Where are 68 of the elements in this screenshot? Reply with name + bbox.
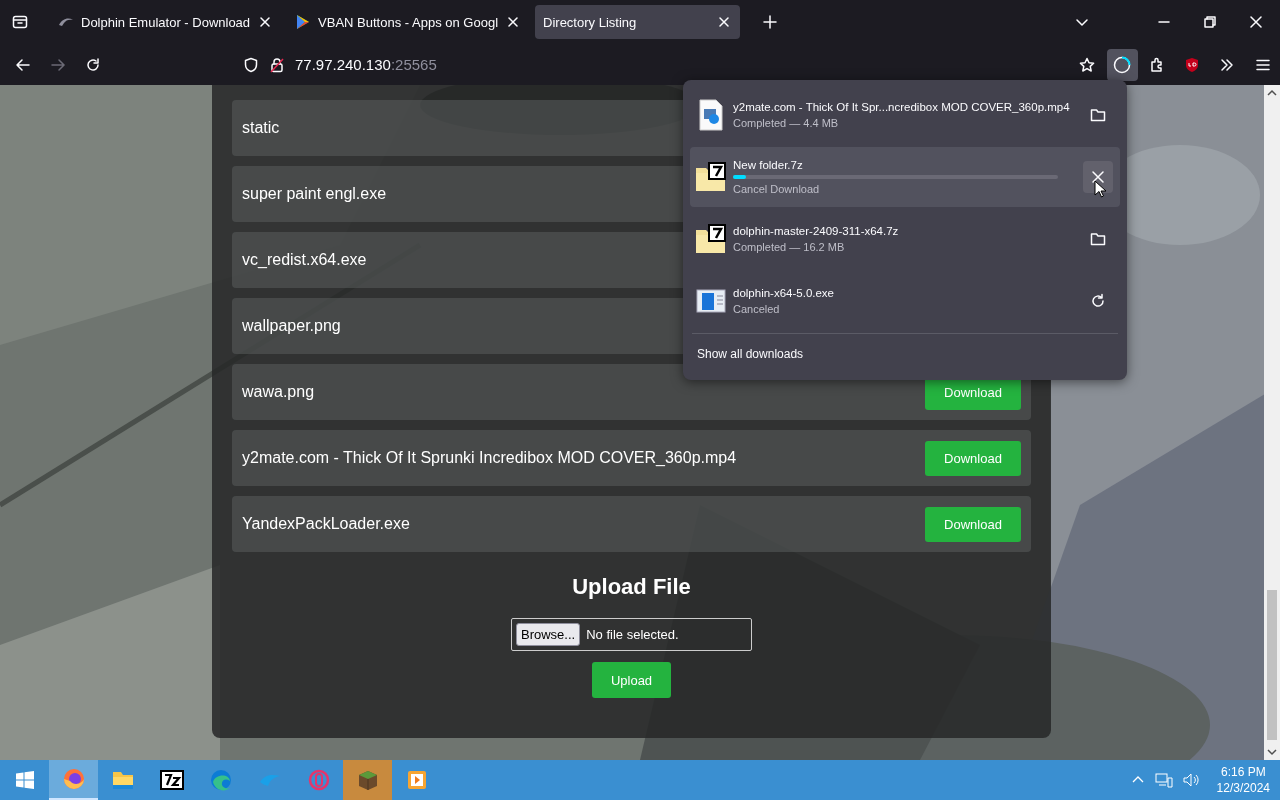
- scroll-thumb[interactable]: [1267, 590, 1277, 740]
- back-icon[interactable]: [15, 56, 32, 73]
- close-icon[interactable]: [1250, 16, 1262, 28]
- network-icon[interactable]: [1154, 772, 1173, 788]
- windows-start-icon[interactable]: [15, 771, 34, 789]
- file-row[interactable]: super paint engl.exe: [232, 166, 683, 222]
- file-status: No file selected.: [586, 627, 679, 642]
- video-file-icon: [697, 99, 725, 131]
- tab-title: VBAN Buttons - Apps on Googl: [318, 14, 499, 30]
- file-row[interactable]: YandexPackLoader.exe Download: [232, 496, 1031, 552]
- download-file-name: New folder.7z: [733, 159, 804, 171]
- shield-extension-icon[interactable]: [1184, 56, 1201, 73]
- file-name: y2mate.com - Thick Of It Sprunki Incredibox MOD COVER_360p.mp4: [242, 449, 737, 467]
- lock-icon: [268, 56, 285, 73]
- clock-time: 6:16 PM: [1220, 764, 1266, 780]
- download-file-name: dolphin-x64-5.0.exe: [733, 287, 835, 299]
- browser-tab[interactable]: VBAN Buttons - Apps on Googl: [287, 5, 530, 39]
- firefox-icon[interactable]: [61, 767, 86, 791]
- file-name: vc_redist.x64.exe: [242, 251, 367, 269]
- program-window-icon: [696, 288, 726, 314]
- download-progress-icon: [1113, 55, 1132, 74]
- browse-button[interactable]: Browse...: [516, 623, 581, 646]
- archive-app-icon[interactable]: [159, 768, 184, 792]
- close-icon[interactable]: [1090, 169, 1106, 185]
- archive-folder-icon: [695, 162, 727, 192]
- file-name: super paint engl.exe: [242, 185, 387, 203]
- download-status: Cancel Download: [733, 183, 821, 195]
- retry-icon[interactable]: [1090, 293, 1106, 309]
- file-input[interactable]: Browse... No file selected.: [511, 618, 752, 651]
- download-item[interactable]: New folder.7z Cancel Download: [690, 147, 1120, 207]
- browser-tab[interactable]: Dolphin Emulator - Download: [50, 5, 282, 39]
- tab-title: Directory Listing: [543, 14, 638, 30]
- overflow-icon[interactable]: [1219, 56, 1236, 73]
- new-tab-icon[interactable]: [762, 14, 779, 30]
- file-name: static: [242, 119, 280, 137]
- pointer-icon: [1094, 180, 1106, 198]
- reload-icon[interactable]: [85, 56, 102, 73]
- download-item[interactable]: dolphin-x64-5.0.exe Canceled: [690, 271, 1120, 331]
- download-file-name: y2mate.com - Thick Of It Spr...ncredibox MOD COVER_360p.mp4: [733, 101, 1071, 113]
- folder-icon[interactable]: [1090, 231, 1106, 247]
- forward-icon[interactable]: [50, 56, 67, 73]
- file-row[interactable]: wallpaper.png: [232, 298, 683, 354]
- folder-icon[interactable]: [1090, 107, 1106, 123]
- shield-icon: [242, 56, 259, 73]
- restore-icon[interactable]: [1204, 16, 1216, 28]
- scrollbar[interactable]: [1264, 85, 1280, 760]
- tab-title: Dolphin Emulator - Download: [81, 14, 251, 30]
- file-row[interactable]: static: [232, 100, 683, 156]
- upload-heading: Upload File: [571, 574, 692, 600]
- download-item[interactable]: dolphin-master-2409-311-x64.7z Completed — 16.2 MB: [690, 209, 1120, 269]
- download-status: Completed — 4.4 MB: [733, 117, 840, 129]
- file-name: YandexPackLoader.exe: [242, 515, 410, 533]
- tab-list-icon[interactable]: [12, 14, 28, 30]
- file-name: wallpaper.png: [242, 317, 341, 335]
- star-icon[interactable]: [1079, 56, 1096, 73]
- file-row[interactable]: y2mate.com - Thick Of It Sprunki Incredibox MOD COVER_360p.mp4 Download: [232, 430, 1031, 486]
- volume-icon[interactable]: [1182, 772, 1201, 788]
- download-status: Canceled: [733, 303, 781, 315]
- url-text[interactable]: 77.97.240.130:25565: [294, 56, 437, 73]
- file-name: wawa.png: [242, 383, 315, 401]
- clock-date: 12/3/2024: [1216, 780, 1270, 796]
- download-item[interactable]: y2mate.com - Thick Of It Spr...ncredibox MOD COVER_360p.mp4 Completed — 4.4 MB: [690, 85, 1120, 145]
- downloads-button[interactable]: [1106, 48, 1138, 81]
- archive-folder-icon: [695, 224, 727, 254]
- browser-tab[interactable]: Directory Listing: [535, 5, 741, 39]
- download-file-name: dolphin-master-2409-311-x64.7z: [733, 225, 900, 237]
- file-row[interactable]: vc_redist.x64.exe: [232, 232, 683, 288]
- download-status: Completed — 16.2 MB: [733, 241, 846, 253]
